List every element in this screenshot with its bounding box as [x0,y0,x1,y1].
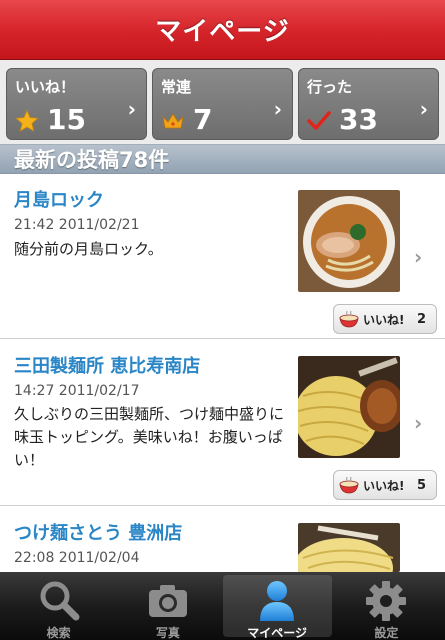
ramen-bowl-icon [339,476,359,494]
ramen-bowl-icon [339,310,359,328]
stats-row: いいね！ 15 › 常連 7 › 行った 33 › [0,60,445,144]
post-title[interactable]: 月島ロック [14,186,104,212]
like-count: 5 [416,477,426,493]
section-title: 最新の投稿78件 [14,148,170,172]
person-icon [260,581,295,621]
like-label: いいね! [363,312,405,327]
stat-count: 15 [47,103,86,136]
gear-icon [366,581,407,621]
post-thumbnail[interactable] [298,190,400,292]
post-thumbnail[interactable] [298,523,400,572]
search-icon [40,581,80,621]
like-label: いいね! [363,478,405,493]
like-button[interactable]: いいね! 2 [333,304,437,334]
tab-label: 検索 [46,626,71,640]
tab-photo[interactable]: 写真 [113,575,222,640]
post-time: 14:27 2011/02/17 [14,383,140,399]
like-count: 2 [416,311,426,327]
post-item[interactable]: 月島ロック 21:42 2011/02/21 随分前の月島ロック。 › いいね! [0,174,445,339]
star-icon [15,109,39,132]
tab-label: マイページ [247,626,307,640]
chevron-right-icon: › [273,97,282,121]
stat-count: 33 [339,103,378,136]
stat-count: 7 [193,103,213,136]
post-body: 久しぶりの三田製麺所、つけ麺中盛りに味玉トッピング。美味いね！お腹いっぱい！ [14,405,285,469]
camera-icon [148,585,187,617]
stat-card-regular[interactable]: 常連 7 › [152,68,293,140]
post-item[interactable]: 三田製麺所 恵比寿南店 14:27 2011/02/17 久しぶりの三田製麺所、… [0,340,445,506]
post-body: 随分前の月島ロック。 [14,240,163,258]
post-item[interactable]: つけ麺さとう 豊洲店 22:08 2011/02/04 [0,507,445,572]
section-header: 最新の投稿78件 [0,144,445,174]
chevron-right-icon: › [414,411,423,435]
chevron-right-icon: › [414,245,423,269]
tab-mypage[interactable]: マイページ [222,575,332,640]
post-time: 22:08 2011/02/04 [14,550,140,566]
post-title[interactable]: 三田製麺所 恵比寿南店 [14,352,200,378]
crown-icon [162,113,184,129]
page-title: マイページ [155,17,290,47]
stat-card-visited[interactable]: 行った 33 › [298,68,439,140]
stat-label: 行った [307,78,353,96]
tab-settings[interactable]: 設定 [332,575,441,640]
post-list[interactable]: 月島ロック 21:42 2011/02/21 随分前の月島ロック。 › いいね! [0,174,445,572]
tab-label: 設定 [374,626,399,640]
like-button[interactable]: いいね! 5 [333,470,437,500]
chevron-right-icon: › [127,97,136,121]
post-thumbnail[interactable] [298,356,400,458]
post-time: 21:42 2011/02/21 [14,217,140,233]
tab-label: 写真 [155,626,180,640]
stat-card-likes[interactable]: いいね！ 15 › [6,68,147,140]
stat-label: 常連 [161,78,192,96]
post-title[interactable]: つけ麺さとう 豊洲店 [14,519,182,545]
tab-search[interactable]: 検索 [4,575,113,640]
checkmark-icon [307,111,331,130]
tab-bar: 検索 写真 マイページ 設定 [0,572,445,640]
chevron-right-icon: › [419,97,428,121]
navigation-bar: マイページ [0,0,445,60]
stat-label: いいね！ [15,78,76,96]
